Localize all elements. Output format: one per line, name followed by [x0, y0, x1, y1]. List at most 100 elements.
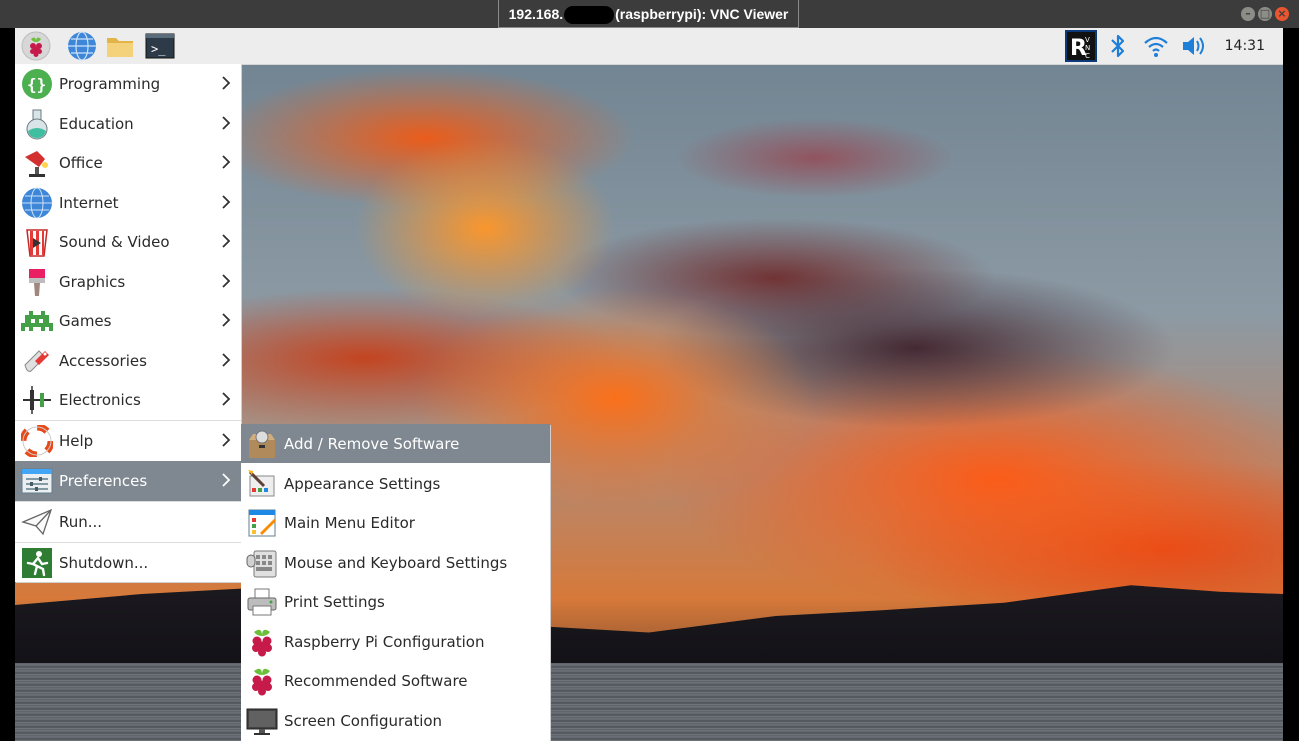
sound-video-icon — [26, 228, 48, 257]
submenu-item-label: Appearance Settings — [284, 474, 441, 493]
svg-text:C: C — [1085, 52, 1090, 60]
keyboard-mouse-icon — [246, 550, 277, 577]
submenu-item-raspberry-pi-configuration[interactable]: Raspberry Pi Configuration — [241, 622, 550, 661]
chevron-right-icon — [222, 195, 231, 209]
shutdown-icon — [22, 547, 52, 578]
internet-icon — [22, 187, 52, 218]
submenu-item-appearance-settings[interactable]: Appearance Settings — [241, 464, 550, 503]
games-icon — [21, 310, 53, 331]
menu-editor-icon — [248, 509, 276, 536]
close-button[interactable]: × — [1275, 7, 1289, 21]
electronics-icon — [23, 385, 51, 414]
vnc-server-icon[interactable]: R V N C — [1064, 30, 1097, 62]
menu-item-label: Shutdown... — [59, 553, 149, 572]
volume-icon[interactable] — [1181, 34, 1209, 58]
submenu-item-screen-configuration[interactable]: Screen Configuration — [241, 701, 550, 740]
menu-item-internet[interactable]: Internet — [15, 183, 241, 222]
raspberry-icon — [252, 629, 272, 656]
preferences-icon — [21, 468, 53, 494]
monitor-icon — [246, 708, 278, 735]
submenu-item-add-remove-software[interactable]: Add / Remove Software — [241, 424, 550, 463]
menu-item-label: Help — [59, 431, 94, 450]
chevron-right-icon — [222, 274, 231, 288]
chevron-right-icon — [222, 473, 231, 487]
package-icon — [249, 430, 275, 458]
menu-item-office[interactable]: Office — [15, 143, 241, 182]
chevron-right-icon — [222, 116, 231, 130]
svg-text:V: V — [1085, 36, 1090, 44]
menu-item-label: Run... — [59, 512, 103, 531]
chevron-right-icon — [222, 313, 231, 327]
menu-item-education[interactable]: Education — [15, 104, 241, 143]
menu-item-label: Electronics — [59, 390, 141, 409]
menu-item-sound-video[interactable]: Sound & Video — [15, 222, 241, 261]
wallpaper-sea — [15, 663, 1283, 741]
bluetooth-icon[interactable] — [1107, 33, 1129, 59]
submenu-item-label: Recommended Software — [284, 671, 468, 690]
menu-item-games[interactable]: Games — [15, 301, 241, 340]
menu-item-electronics[interactable]: Electronics — [15, 380, 241, 419]
menu-item-accessories[interactable]: Accessories — [15, 341, 241, 380]
menu-item-label: Education — [59, 114, 134, 133]
office-icon — [25, 150, 48, 177]
chevron-right-icon — [222, 234, 231, 248]
chevron-right-icon — [222, 392, 231, 406]
svg-text:N: N — [1085, 44, 1090, 52]
submenu-item-label: Print Settings — [284, 592, 385, 611]
menu-item-shutdown[interactable]: Shutdown... — [15, 543, 241, 582]
preferences-submenu: Add / Remove Software Appearance Setting… — [241, 424, 550, 741]
menu-item-label: Accessories — [59, 351, 147, 370]
help-icon — [21, 424, 53, 457]
menu-item-label: Office — [59, 153, 103, 172]
submenu-item-label: Mouse and Keyboard Settings — [284, 553, 508, 572]
svg-text:{}: {} — [27, 75, 46, 94]
menu-item-label: Graphics — [59, 272, 126, 291]
redacted-ip — [564, 6, 615, 25]
submenu-item-mouse-keyboard-settings[interactable]: Mouse and Keyboard Settings — [241, 543, 550, 582]
run-icon — [21, 508, 53, 535]
terminal-icon[interactable]: >_ — [145, 31, 175, 61]
menu-item-label: Internet — [59, 193, 119, 212]
svg-text:>_: >_ — [151, 42, 166, 56]
raspberry-pi-menu-icon[interactable] — [21, 31, 51, 61]
menu-item-label: Sound & Video — [59, 232, 170, 251]
submenu-item-label: Screen Configuration — [284, 711, 443, 730]
submenu-item-label: Add / Remove Software — [284, 434, 460, 453]
menu-item-label: Preferences — [59, 472, 148, 490]
chevron-right-icon — [222, 433, 231, 447]
submenu-item-print-settings[interactable]: Print Settings — [241, 582, 550, 621]
raspberry-icon — [252, 668, 272, 695]
chevron-right-icon — [222, 353, 231, 367]
menu-item-label: Programming — [59, 74, 161, 93]
menu-item-graphics[interactable]: Graphics — [15, 262, 241, 301]
chevron-right-icon — [222, 76, 231, 90]
submenu-item-label: Raspberry Pi Configuration — [284, 632, 485, 651]
graphics-icon — [29, 268, 45, 296]
title-host-prefix: 192.168. — [508, 6, 564, 22]
taskbar: >_ R V N C 14:31 — [15, 28, 1283, 65]
menu-item-programming[interactable]: {} Programming — [15, 64, 241, 103]
menu-item-label: Games — [59, 311, 112, 330]
appearance-icon — [248, 469, 275, 496]
menu-item-preferences[interactable]: Preferences — [15, 461, 241, 501]
title-host-suffix: (raspberrypi): VNC Viewer — [615, 6, 789, 22]
printer-icon — [247, 588, 277, 615]
chevron-right-icon — [222, 155, 231, 169]
applications-menu: {} Programming Education Office Internet… — [15, 64, 241, 582]
submenu-item-recommended-software[interactable]: Recommended Software — [241, 661, 550, 700]
wifi-icon[interactable] — [1143, 34, 1169, 58]
submenu-item-main-menu-editor[interactable]: Main Menu Editor — [241, 503, 550, 542]
vnc-window-titlebar[interactable]: 192.168. (raspberrypi): VNC Viewer – □ × — [0, 0, 1299, 28]
submenu-item-label: Main Menu Editor — [284, 513, 415, 532]
file-manager-icon[interactable] — [105, 31, 135, 61]
maximize-button[interactable]: □ — [1258, 7, 1272, 21]
system-tray: R V N C 14:31 — [1064, 28, 1283, 64]
clock[interactable]: 14:31 — [1225, 38, 1265, 54]
web-browser-icon[interactable] — [67, 31, 97, 61]
menu-item-run[interactable]: Run... — [15, 502, 241, 541]
accessories-icon — [24, 349, 49, 372]
menu-item-help[interactable]: Help — [15, 421, 241, 460]
window-title: 192.168. (raspberrypi): VNC Viewer — [498, 0, 799, 28]
programming-icon: {} — [22, 68, 52, 99]
minimize-button[interactable]: – — [1241, 7, 1255, 21]
